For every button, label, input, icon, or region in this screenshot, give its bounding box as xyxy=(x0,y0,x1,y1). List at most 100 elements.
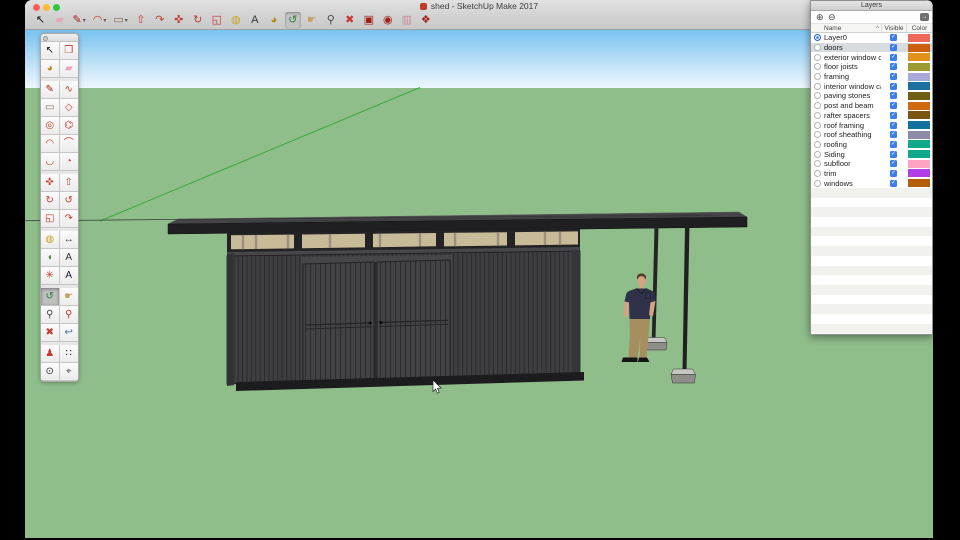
rotated-rectangle-tool[interactable]: ◇ xyxy=(59,99,78,117)
panel-detach-icon[interactable]: → xyxy=(920,12,929,21)
layer-color-swatch[interactable] xyxy=(908,121,930,130)
layer-active-radio[interactable] xyxy=(814,131,821,139)
layer-visible-checkbox[interactable]: ✓ xyxy=(890,150,897,158)
layer-color-swatch[interactable] xyxy=(908,140,930,149)
tape-measure-button[interactable]: ◍ xyxy=(228,12,244,29)
layer-visible-checkbox[interactable]: ✓ xyxy=(890,34,897,42)
text-tool[interactable]: A xyxy=(59,249,78,267)
layer-active-radio[interactable] xyxy=(814,53,821,61)
layer-row[interactable]: Siding ✓ xyxy=(811,149,932,159)
layer-color-swatch[interactable] xyxy=(908,82,930,91)
layer-row[interactable]: windows ✓ xyxy=(811,178,932,188)
text-button[interactable]: A xyxy=(247,12,263,29)
layer-active-radio[interactable] xyxy=(814,63,821,71)
layer-row[interactable]: trim ✓ xyxy=(811,168,932,179)
eraser-button[interactable]: ▰ xyxy=(52,12,68,29)
layer-visible-checkbox[interactable]: ✓ xyxy=(890,140,897,148)
layer-row[interactable]: rafter spacers ✓ xyxy=(811,110,932,121)
look-around-tool[interactable]: ⊙ xyxy=(41,363,60,381)
paint-bucket-button[interactable]: ◕ xyxy=(266,12,282,29)
zoom-window-tool[interactable]: ⚲ xyxy=(59,306,78,324)
layer-active-radio[interactable] xyxy=(814,44,821,52)
minimize-window-button[interactable] xyxy=(43,4,50,11)
zoom-extents-button[interactable]: ✖ xyxy=(342,12,358,29)
push-pull-tool[interactable]: ⇧ xyxy=(59,174,78,192)
walk-tool[interactable]: ∷ xyxy=(59,345,78,363)
freehand-tool[interactable]: ∿ xyxy=(59,81,78,99)
pie-tool[interactable]: ◔ xyxy=(59,153,78,171)
layer-color-swatch[interactable] xyxy=(908,33,930,42)
paint-bucket-tool[interactable]: ◕ xyxy=(41,60,60,78)
layer-row[interactable]: exterior window ca ✓ xyxy=(811,52,932,63)
layer-visible-checkbox[interactable]: ✓ xyxy=(890,73,897,81)
rectangle-tool[interactable]: ▭ xyxy=(41,99,60,117)
layer-visible-checkbox[interactable]: ✓ xyxy=(890,160,897,168)
select-button[interactable]: ↖ xyxy=(33,12,49,29)
polygon-tool[interactable]: ⌬ xyxy=(59,117,78,135)
arc-dropdown-caret-icon[interactable]: ▾ xyxy=(103,17,106,24)
3d-text-tool[interactable]: A xyxy=(59,267,78,285)
layer-active-radio[interactable] xyxy=(814,102,821,110)
axes-tool[interactable]: ✳ xyxy=(41,267,60,285)
make-component-tool[interactable]: ❒ xyxy=(59,42,78,60)
offset-tool[interactable]: ↷ xyxy=(59,210,78,228)
position-camera-tool[interactable]: ♟ xyxy=(41,345,60,363)
layer-color-swatch[interactable] xyxy=(908,53,930,62)
layer-active-radio[interactable] xyxy=(814,34,821,42)
layer-color-swatch[interactable] xyxy=(908,130,930,139)
zoom-tool[interactable]: ⚲ xyxy=(41,306,60,324)
layer-active-radio[interactable] xyxy=(814,160,821,168)
scene-svg[interactable] xyxy=(25,30,933,538)
column-header-visible[interactable]: Visible xyxy=(881,24,906,32)
send-to-layout-button[interactable]: ▥ xyxy=(399,12,415,29)
scale-button[interactable]: ◱ xyxy=(209,12,225,29)
palette-close-button[interactable] xyxy=(43,35,48,41)
layer-color-swatch[interactable] xyxy=(908,179,930,188)
tape-measure-tool[interactable]: ◍ xyxy=(41,231,60,249)
protractor-tool[interactable]: ◖ xyxy=(41,249,60,267)
arc-button[interactable]: ◠ ▾ xyxy=(91,12,109,29)
layer-color-swatch[interactable] xyxy=(908,43,930,52)
two-point-arc-tool[interactable]: ⌒ xyxy=(59,135,78,153)
rectangle-dropdown-caret-icon[interactable]: ▾ xyxy=(125,17,128,24)
orbit-tool[interactable]: ↺ xyxy=(41,288,60,306)
layer-color-swatch[interactable] xyxy=(908,150,930,159)
orbit-button[interactable]: ↺ xyxy=(284,12,301,29)
layer-visible-checkbox[interactable]: ✓ xyxy=(890,82,897,90)
circle-tool[interactable]: ◎ xyxy=(41,117,60,135)
zoom-previous-tool[interactable]: ↩ xyxy=(59,324,78,342)
section-plane-tool[interactable]: ⌖ xyxy=(59,363,78,381)
layer-visible-checkbox[interactable]: ✓ xyxy=(890,102,897,110)
scale-tool[interactable]: ◱ xyxy=(41,210,60,228)
layer-row[interactable]: floor joists ✓ xyxy=(811,62,932,72)
column-header-color[interactable]: Color xyxy=(906,24,932,32)
layer-active-radio[interactable] xyxy=(814,179,821,187)
line-button[interactable]: ✎ ▾ xyxy=(71,12,88,29)
rotate-button[interactable]: ↻ xyxy=(190,12,206,29)
layer-visible-checkbox[interactable]: ✓ xyxy=(890,63,897,71)
select-tool[interactable]: ↖ xyxy=(41,42,60,60)
layer-row[interactable]: paving stones ✓ xyxy=(811,91,932,101)
dimension-tool[interactable]: ↔ xyxy=(59,231,78,249)
pan-button[interactable]: ☛ xyxy=(304,12,320,29)
layer-active-radio[interactable] xyxy=(814,121,821,129)
line-dropdown-caret-icon[interactable]: ▾ xyxy=(83,17,86,24)
layer-visible-checkbox[interactable]: ✓ xyxy=(890,92,897,100)
layer-color-swatch[interactable] xyxy=(908,91,930,100)
move-button[interactable]: ✜ xyxy=(171,12,187,29)
layer-row[interactable]: post and beam ✓ xyxy=(811,100,932,111)
eraser-tool[interactable]: ▰ xyxy=(59,60,78,78)
layer-visible-checkbox[interactable]: ✓ xyxy=(890,44,897,52)
zoom-extents-tool[interactable]: ✖ xyxy=(41,324,60,342)
model-viewport[interactable] xyxy=(25,30,933,538)
layer-visible-checkbox[interactable]: ✓ xyxy=(890,179,897,187)
column-header-name[interactable]: Name ^ xyxy=(811,24,881,32)
layer-active-radio[interactable] xyxy=(814,73,821,81)
layer-color-swatch[interactable] xyxy=(908,101,930,110)
line-tool[interactable]: ✎ xyxy=(41,81,60,99)
share-model-button[interactable]: ◉ xyxy=(380,12,396,29)
layer-active-radio[interactable] xyxy=(814,92,821,100)
layer-visible-checkbox[interactable]: ✓ xyxy=(890,53,897,61)
layer-color-swatch[interactable] xyxy=(908,159,930,168)
layer-active-radio[interactable] xyxy=(814,82,821,90)
